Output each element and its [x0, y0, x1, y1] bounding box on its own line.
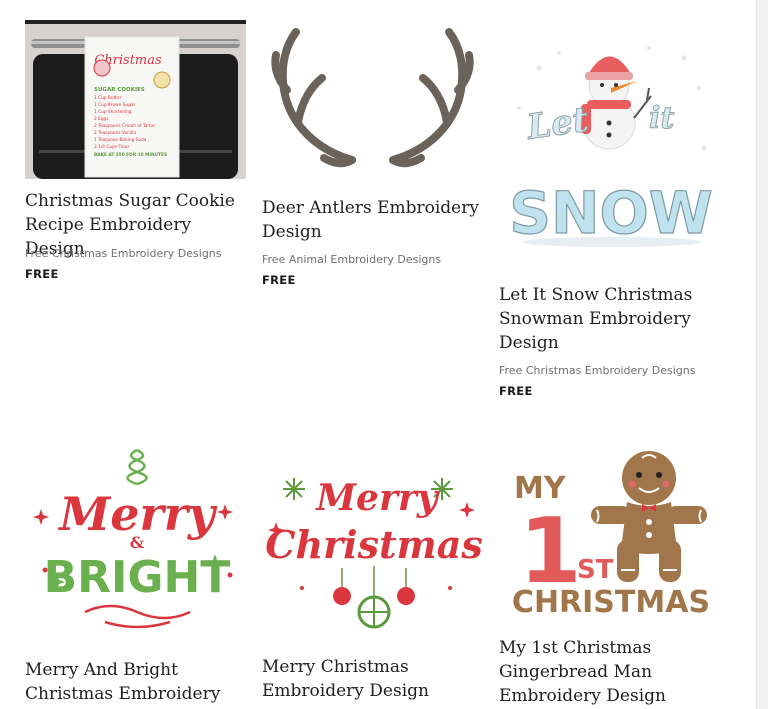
towel-line: 1 Teaspoon Baking Soda: [94, 137, 147, 143]
title-line: Christmas Sugar Cookie: [25, 191, 235, 211]
price-deer-antlers: FREE: [262, 273, 296, 287]
product-image-merry-bright[interactable]: Merry & BRIGHT: [25, 440, 250, 645]
towel-footer: BAKE AT 350 FOR 10 MINUTES: [94, 152, 167, 158]
merry-bright-icon: Merry & BRIGHT: [33, 448, 233, 629]
towel-heading: SUGAR COOKIES: [94, 87, 145, 93]
art-word-christmas: Christmas: [265, 522, 483, 567]
product-title-let-it-snow[interactable]: Let It Snow Christmas Snowman Embroidery…: [499, 283, 724, 355]
title-line: Snowman Embroidery: [499, 309, 691, 329]
category-link-sugar-cookie[interactable]: Free Christmas Embroidery Designs: [25, 247, 222, 261]
product-image-sugar-cookie[interactable]: Christmas SUGAR COOKIES 1 Cup Butter 1 C…: [25, 20, 246, 179]
art-word-bright: BRIGHT: [44, 552, 231, 603]
towel-line: 3 1/4 Cups Flour: [94, 144, 129, 150]
product-image-deer-antlers[interactable]: [262, 20, 483, 179]
title-line: Design: [499, 333, 559, 353]
art-word-merry: Merry: [314, 477, 440, 519]
towel-line: 2 Eggs: [94, 116, 109, 122]
title-line: My 1st Christmas: [499, 638, 652, 658]
page-scrollbar[interactable]: [756, 0, 768, 709]
art-christmas: CHRISTMAS: [512, 585, 710, 620]
art-word-let: Let: [524, 100, 591, 148]
art-st: ST: [577, 555, 614, 585]
title-line: Gingerbread Man: [499, 662, 653, 682]
art-word-snow: SNOW: [509, 179, 713, 247]
title-line: Merry And Bright: [25, 660, 178, 680]
title-line: Design: [262, 222, 322, 242]
product-title-gingerbread[interactable]: My 1st Christmas Gingerbread Man Embroid…: [499, 636, 724, 708]
product-title-merry-christmas[interactable]: Merry Christmas Embroidery Design: [262, 655, 487, 703]
title-line: Christmas Embroidery: [25, 684, 221, 704]
art-word-it: it: [649, 101, 674, 136]
price-let-it-snow: FREE: [499, 384, 533, 398]
antlers-icon: [271, 28, 474, 168]
product-image-gingerbread[interactable]: MY 1 ST CHRISTMAS: [499, 440, 724, 620]
title-line: Let It Snow Christmas: [499, 285, 693, 305]
category-link-deer-antlers[interactable]: Free Animal Embroidery Designs: [262, 253, 441, 267]
gingerbread-man-icon: MY 1 ST CHRISTMAS: [512, 451, 710, 620]
price-sugar-cookie: FREE: [25, 267, 59, 281]
art-amp: &: [130, 533, 145, 552]
merry-christmas-icon: Merry Christmas: [265, 477, 483, 629]
product-title-deer-antlers[interactable]: Deer Antlers Embroidery Design: [262, 196, 487, 244]
towel-line: 1 Cup Brown Sugar: [94, 102, 136, 108]
product-image-let-it-snow[interactable]: Let it SNOW: [499, 28, 724, 253]
towel-photo-icon: Christmas SUGAR COOKIES 1 Cup Butter 1 C…: [25, 20, 246, 179]
category-link-let-it-snow[interactable]: Free Christmas Embroidery Designs: [499, 364, 696, 378]
title-line: Merry Christmas: [262, 657, 409, 677]
towel-line: 1 Cup Shortening: [94, 109, 132, 115]
towel-line: 2 Teaspoons Vanilla: [94, 130, 136, 136]
title-line: Deer Antlers Embroidery: [262, 198, 479, 218]
title-line: Embroidery Design: [262, 681, 429, 701]
product-title-merry-bright[interactable]: Merry And Bright Christmas Embroidery: [25, 658, 250, 706]
product-image-merry-christmas[interactable]: Merry Christmas: [262, 448, 487, 643]
title-line: Embroidery Design: [499, 686, 666, 706]
towel-line: 1 Cup Butter: [94, 95, 122, 101]
towel-line: 2 Teaspoons Cream of Tartar: [94, 123, 155, 129]
snowman-icon: Let it SNOW: [509, 46, 713, 248]
